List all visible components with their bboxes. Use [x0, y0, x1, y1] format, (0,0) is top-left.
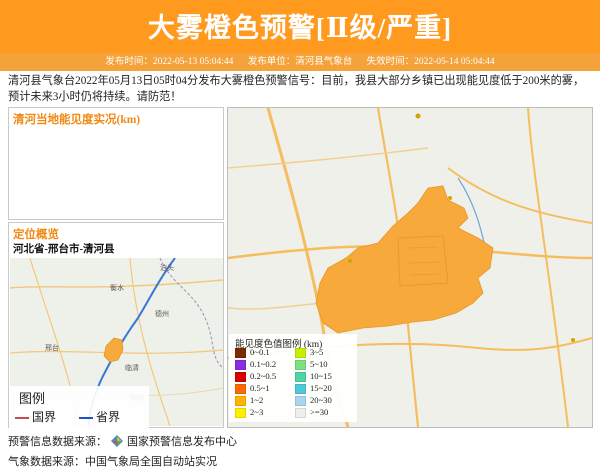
- location-panel-title: 定位概览: [13, 229, 59, 241]
- color-swatch: [295, 384, 306, 395]
- legend-item-30-plus: >=30: [295, 407, 328, 419]
- warning-meta-bar: 发布时间：2022-05-13 05:04:44 发布单位：清河县气象台 失效时…: [0, 53, 600, 71]
- color-swatch: [295, 408, 306, 419]
- place-label: 衡水: [110, 283, 124, 292]
- legend-item-0.5-1: 0.5~1: [235, 383, 270, 395]
- warning-title: 大雾橙色预警[Ⅱ级/严重]: [147, 13, 453, 43]
- location-subtitle: 河北省-邢台市-清河县: [13, 244, 115, 255]
- legend-item-province-border: 省界: [79, 408, 120, 425]
- place-label: 临清: [125, 363, 139, 372]
- visibility-panel-title: 清河当地能见度实况(km): [13, 114, 141, 126]
- warning-description: 清河县气象台2022年05月13日05时04分发布大雾橙色预警信号：目前，我县大…: [8, 75, 585, 103]
- legend-item-0.2-0.5: 0.2~0.5: [235, 371, 276, 383]
- place-label: 邢台: [45, 343, 59, 352]
- color-swatch: [235, 360, 246, 371]
- legend-item-3-5: 3~5: [295, 347, 323, 359]
- color-swatch: [295, 396, 306, 407]
- legend-item-2-3: 2~3: [235, 407, 263, 419]
- color-swatch: [295, 360, 306, 371]
- color-swatch: [235, 372, 246, 383]
- publisher: 发布单位：清河县气象台: [247, 57, 353, 67]
- warning-source: 预警信息数据来源： 国家预警信息发布中心: [8, 435, 237, 448]
- color-swatch: [235, 408, 246, 419]
- visibility-panel: 清河当地能见度实况(km): [8, 107, 224, 220]
- legend-item-1-2: 1~2: [235, 395, 263, 407]
- legend-item-5-10: 5~10: [295, 359, 328, 371]
- color-swatch: [295, 372, 306, 383]
- national-border-swatch: [15, 417, 29, 420]
- province-border-swatch: [79, 417, 93, 420]
- legend-item-20-30: 20~30: [295, 395, 332, 407]
- place-label: 泊头: [160, 263, 174, 272]
- map-legend: 图例 国界 省界: [9, 386, 149, 428]
- color-swatch: [235, 396, 246, 407]
- color-swatch: [235, 348, 246, 359]
- legend-item-0-0.1: 0~0.1: [235, 347, 270, 359]
- place-label: 德州: [155, 309, 169, 318]
- legend-item-national-border: 国界: [15, 408, 56, 425]
- color-swatch: [295, 348, 306, 359]
- weather-source: 气象数据来源：中国气象局全国自动站实况: [8, 456, 217, 468]
- legend-item-15-20: 15~20: [295, 383, 332, 395]
- color-swatch: [235, 384, 246, 395]
- warning-source-org[interactable]: 国家预警信息发布中心: [127, 436, 237, 448]
- warning-center-logo-icon: [111, 435, 123, 447]
- legend-item-10-15: 10~15: [295, 371, 332, 383]
- warning-header: 大雾橙色预警[Ⅱ级/严重]: [0, 0, 600, 53]
- visibility-legend: 能见度色值图例 (km) 0~0.1 0.1~0.2 0.2~0.5 0.5~1…: [229, 334, 357, 422]
- publish-time: 发布时间：2022-05-13 05:04:44: [105, 57, 234, 67]
- map-legend-title: 图例: [19, 391, 46, 406]
- legend-item-0.1-0.2: 0.1~0.2: [235, 359, 276, 371]
- expire-time: 失效时间：2022-05-14 05:04:44: [366, 57, 495, 67]
